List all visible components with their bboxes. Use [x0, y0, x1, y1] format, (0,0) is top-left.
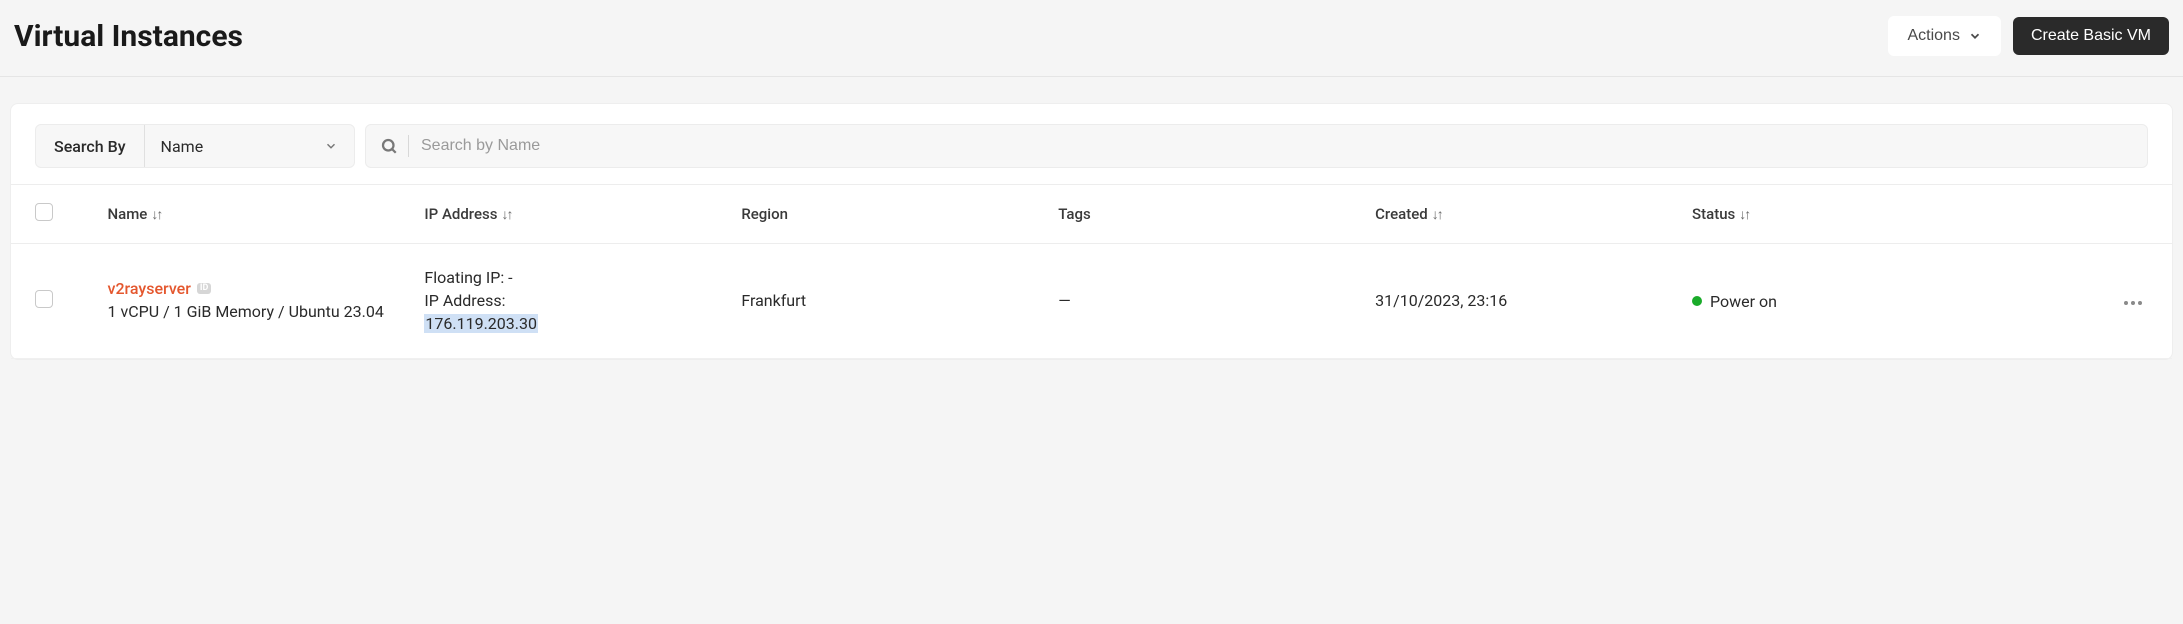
ip-block: Floating IP: - IP Address: 176.119.203.3… [424, 266, 717, 336]
create-vm-button[interactable]: Create Basic VM [2013, 17, 2169, 55]
chevron-down-icon [324, 139, 338, 153]
status-badge: Power on [1692, 292, 1777, 311]
floating-ip: Floating IP: - [424, 266, 717, 289]
ip-address-label: IP Address: [424, 289, 717, 312]
instance-spec: 1 vCPU / 1 GiB Memory / Ubuntu 23.04 [108, 300, 401, 323]
actions-button[interactable]: Actions [1888, 16, 2000, 56]
instance-name-link[interactable]: v2rayserver ID [108, 279, 212, 298]
tags-cell: — [1046, 244, 1363, 359]
sort-icon: ↓↑ [1739, 207, 1749, 223]
search-input[interactable] [421, 137, 2133, 155]
sort-icon: ↓↑ [151, 207, 161, 223]
instances-table: Name↓↑ IP Address↓↑ Region Tags Created↓… [11, 184, 2172, 359]
status-dot-icon [1692, 296, 1702, 306]
search-by-value: Name [161, 137, 204, 156]
actions-button-label: Actions [1907, 27, 1959, 45]
table-row: v2rayserver ID 1 vCPU / 1 GiB Memory / U… [11, 244, 2172, 359]
instances-card: Search By Name Name↓↑ IP Address↓↑ Regio… [10, 103, 2173, 360]
page-title: Virtual Instances [14, 19, 243, 54]
sort-icon: ↓↑ [501, 207, 511, 223]
col-name[interactable]: Name↓↑ [96, 185, 413, 244]
status-text: Power on [1710, 292, 1777, 311]
search-icon [380, 137, 398, 155]
chevron-down-icon [1968, 29, 1982, 43]
search-by-label: Search By [36, 125, 145, 167]
col-status[interactable]: Status↓↑ [1680, 185, 2072, 244]
row-actions-button[interactable] [2118, 295, 2148, 311]
col-region: Region [729, 185, 1046, 244]
filter-bar: Search By Name [11, 124, 2172, 184]
col-ip[interactable]: IP Address↓↑ [412, 185, 729, 244]
search-by-box: Search By Name [35, 124, 355, 168]
ip-address-value[interactable]: 176.119.203.30 [424, 314, 538, 333]
region-cell: Frankfurt [729, 244, 1046, 359]
sort-icon: ↓↑ [1432, 207, 1442, 223]
header-actions: Actions Create Basic VM [1888, 16, 2169, 56]
search-input-wrap [365, 124, 2148, 168]
select-all-checkbox[interactable] [35, 203, 53, 221]
col-created[interactable]: Created↓↑ [1363, 185, 1680, 244]
col-tags: Tags [1046, 185, 1363, 244]
instance-name: v2rayserver [108, 279, 191, 298]
id-badge-icon: ID [197, 283, 211, 294]
row-checkbox[interactable] [35, 290, 53, 308]
divider [408, 135, 409, 157]
search-by-select[interactable]: Name [145, 137, 354, 156]
created-cell: 31/10/2023, 23:16 [1363, 244, 1680, 359]
